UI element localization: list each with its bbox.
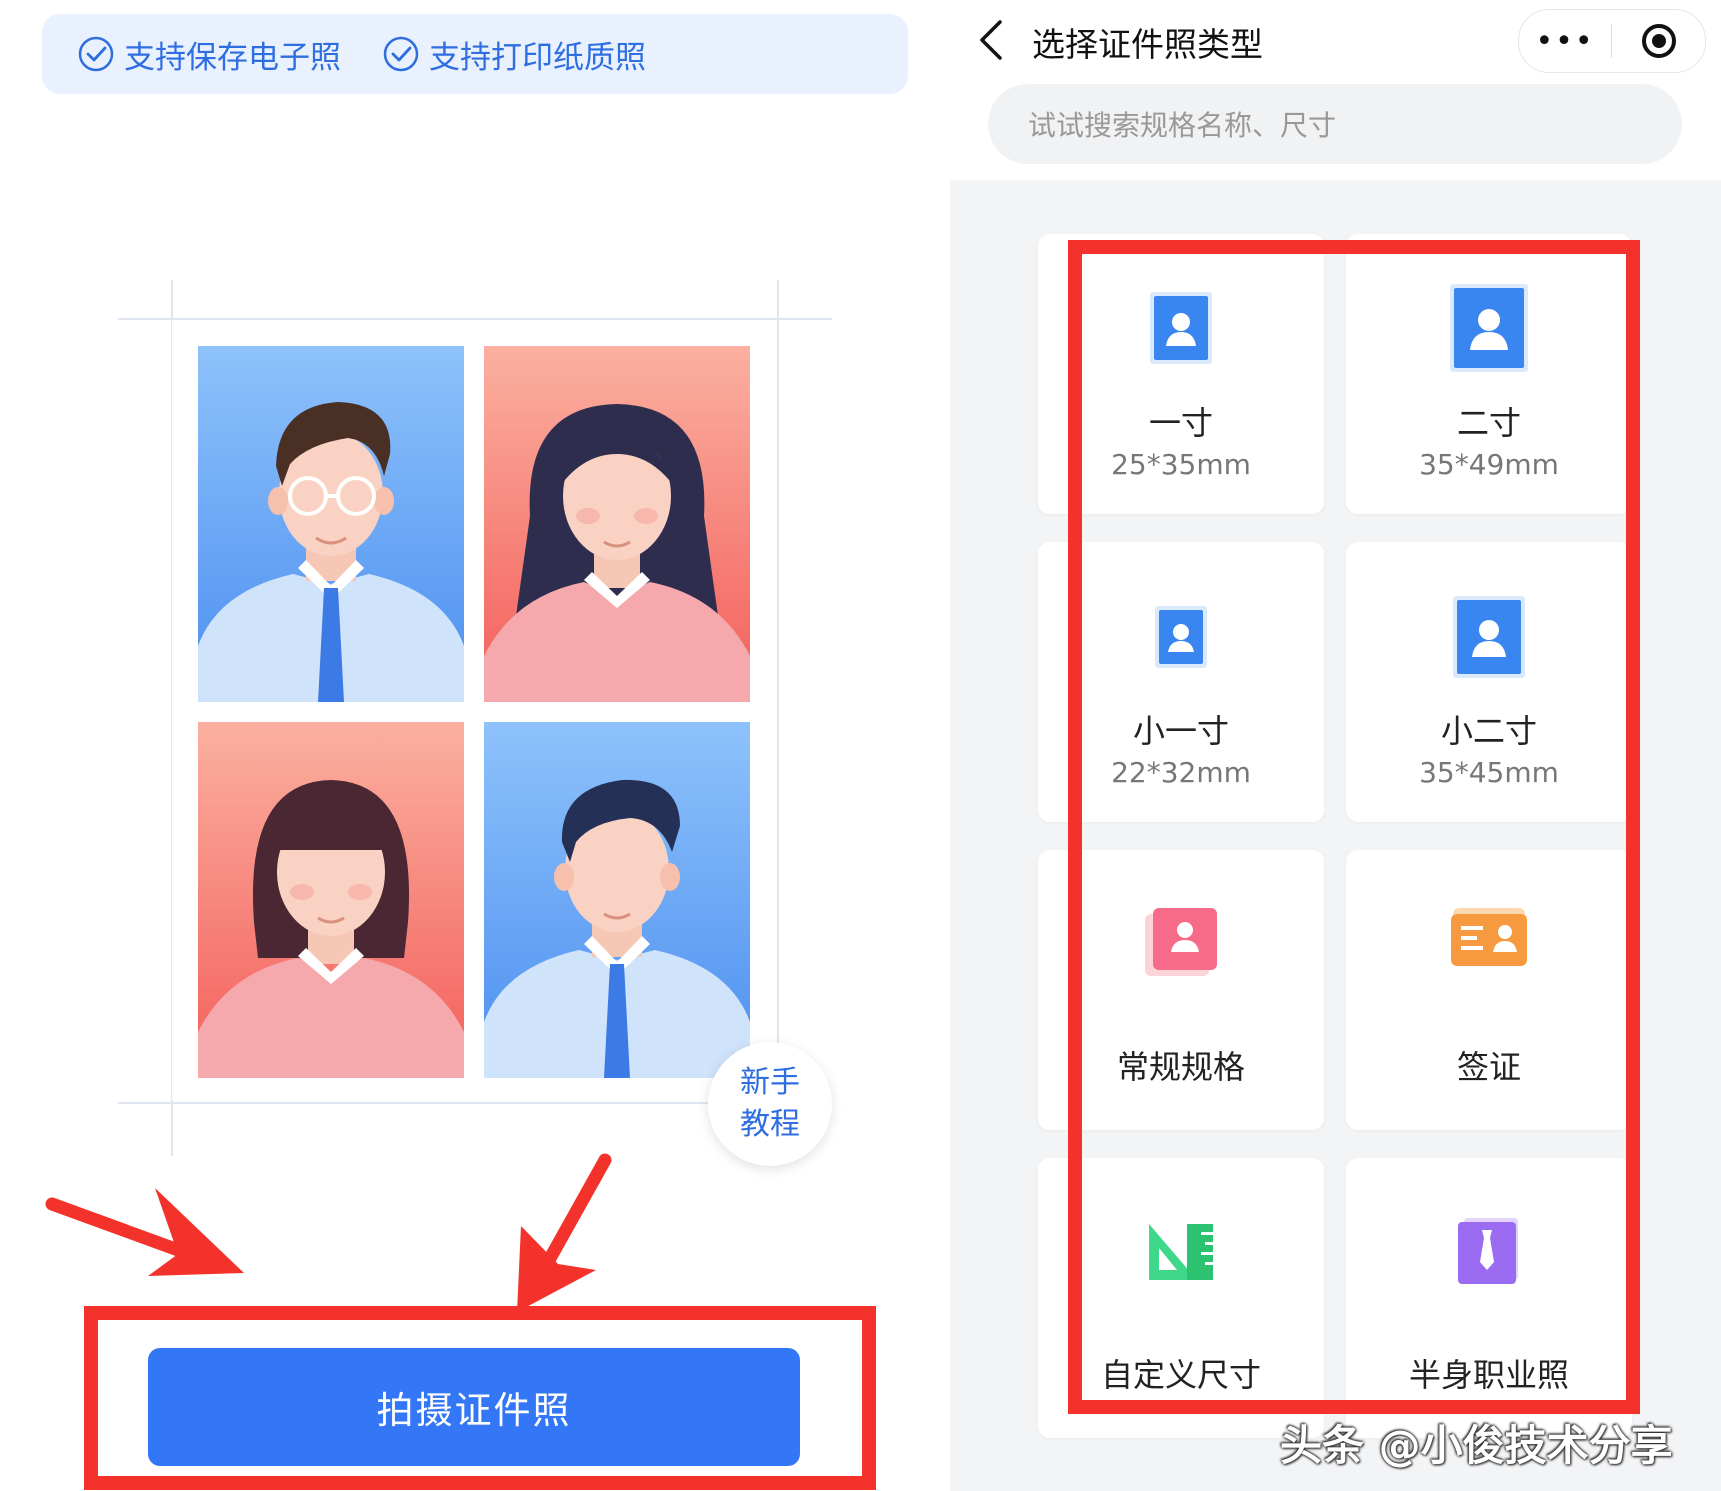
sample-photo-man bbox=[484, 722, 750, 1078]
close-target-icon[interactable] bbox=[1612, 21, 1705, 61]
page-title: 选择证件照类型 bbox=[1032, 25, 1263, 64]
sample-photo-woman-bob bbox=[198, 722, 464, 1078]
feature-save-digital: 支持保存电子照 bbox=[78, 32, 341, 77]
back-arrow-icon[interactable] bbox=[974, 18, 1008, 62]
search-input[interactable]: 试试搜索规格名称、尺寸 bbox=[988, 84, 1682, 164]
sample-photo-man-glasses bbox=[198, 346, 464, 702]
feature-print-paper: 支持打印纸质照 bbox=[383, 32, 646, 77]
feature-label: 支持保存电子照 bbox=[124, 39, 341, 76]
check-circle-icon bbox=[78, 36, 114, 72]
watermark-text: 头条 @小俊技术分享 bbox=[1280, 1421, 1673, 1470]
tutorial-label-line2: 教程 bbox=[740, 1107, 800, 1142]
more-icon[interactable]: ••• bbox=[1519, 24, 1611, 59]
features-banner: 支持保存电子照 支持打印纸质照 bbox=[42, 14, 908, 94]
sample-photo-woman-long-hair bbox=[484, 346, 750, 702]
check-circle-icon bbox=[383, 36, 419, 72]
mini-program-capsule: ••• bbox=[1518, 9, 1706, 73]
sheet-guide-right bbox=[777, 280, 779, 1156]
tutorial-button[interactable]: 新手 教程 bbox=[708, 1042, 832, 1166]
annotation-arrows-icon bbox=[45, 1153, 612, 1312]
feature-label: 支持打印纸质照 bbox=[429, 39, 646, 76]
shoot-id-photo-button[interactable]: 拍摄证件照 bbox=[148, 1348, 800, 1466]
tutorial-label-line1: 新手 bbox=[740, 1065, 800, 1100]
highlight-frame-types bbox=[1068, 240, 1640, 1414]
